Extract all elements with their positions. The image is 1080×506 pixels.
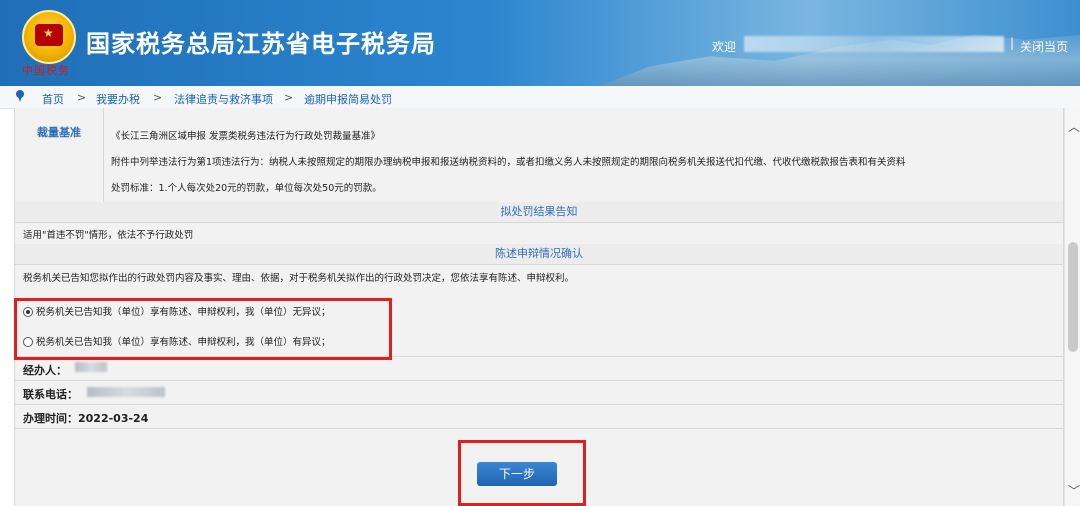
breadcrumb-tax[interactable]: 我要办税: [96, 91, 140, 107]
date-value: 2022-03-24: [78, 412, 149, 425]
breadcrumb-home[interactable]: 首页: [42, 91, 64, 107]
breadcrumb-current: 逾期申报简易处罚: [304, 93, 392, 106]
site-header: ★ 中国税务 国家税务总局江苏省电子税务局 欢迎 | 关闭当页: [0, 0, 1080, 86]
clipped-text: …: [111, 108, 121, 114]
emblem-star-icon: ★: [43, 26, 54, 40]
close-page-link[interactable]: 关闭当页: [1020, 38, 1068, 55]
breadcrumb-arrow: >: [153, 91, 163, 104]
discretion-standard-detail: 附件中列举违法行为第1项违法行为：纳税人未按照规定的期限办理纳税申报和报送纳税资…: [111, 157, 906, 168]
redacted-handler: [75, 362, 107, 372]
location-pin-icon: [16, 90, 24, 102]
date-row: 办理时间：2022-03-24: [15, 404, 1063, 429]
discretion-standard-title: 《长江三角洲区域申报 发票类税务违法行为行政处罚裁量基准》: [111, 131, 381, 142]
breadcrumb: 首页 > 我要办税 > 法律追责与救济事项 > 逾期申报简易处罚: [0, 86, 1080, 109]
scrollbar-thumb[interactable]: [1068, 242, 1078, 352]
discretion-row: 裁量基准 … 《长江三角洲区域申报 发票类税务违法行为行政处罚裁量基准》 附件中…: [15, 108, 1063, 203]
header-separator: |: [1010, 36, 1015, 50]
header-background-art: [600, 33, 1080, 86]
scrollbar[interactable]: ︿ ﹀: [1064, 108, 1080, 506]
penalty-result-heading: 拟处罚结果告知: [15, 202, 1063, 223]
date-label: 办理时间：2022-03-24: [23, 410, 148, 426]
discretion-label-cell: 裁量基准: [15, 108, 104, 202]
chevron-down-icon[interactable]: ﹀: [1068, 482, 1080, 499]
breadcrumb-legal[interactable]: 法律追责与救济事项: [174, 91, 273, 107]
handler-label: 经办人：: [23, 364, 67, 377]
chevron-up-icon[interactable]: ︿: [1068, 118, 1080, 135]
site-title: 国家税务总局江苏省电子税务局: [86, 30, 436, 58]
discretion-standard-penalty: 处罚标准：1.个人每次处20元的罚款，单位每次处50元的罚款。: [111, 183, 382, 194]
welcome-text: 欢迎: [712, 40, 737, 54]
breadcrumb-arrow: >: [284, 91, 294, 104]
discretion-label: 裁量基准: [37, 126, 81, 139]
radio-highlight-box: [14, 298, 392, 360]
penalty-result-text: 适用"首违不罚"情形，依法不予行政处罚: [23, 230, 194, 241]
phone-row: 联系电话：: [15, 380, 1063, 405]
breadcrumb-arrow: >: [77, 91, 87, 104]
next-button-highlight-box: [458, 440, 586, 506]
tax-emblem-logo: ★: [22, 10, 76, 64]
statement-notice: 税务机关已告知您拟作出的行政处罚内容及事实、理由、依据，对于税务机关拟作出的行政…: [23, 273, 575, 284]
redacted-user-name: [744, 36, 1004, 52]
penalty-result-row: 适用"首违不罚"情形，依法不予行政处罚: [15, 222, 1063, 245]
redacted-phone: [87, 387, 165, 397]
brand-mark: 中国税务: [22, 64, 70, 77]
phone-label: 联系电话：: [23, 388, 78, 401]
statement-heading: 陈述申辩情况确认: [15, 244, 1063, 265]
date-label-text: 办理时间：: [23, 412, 78, 425]
